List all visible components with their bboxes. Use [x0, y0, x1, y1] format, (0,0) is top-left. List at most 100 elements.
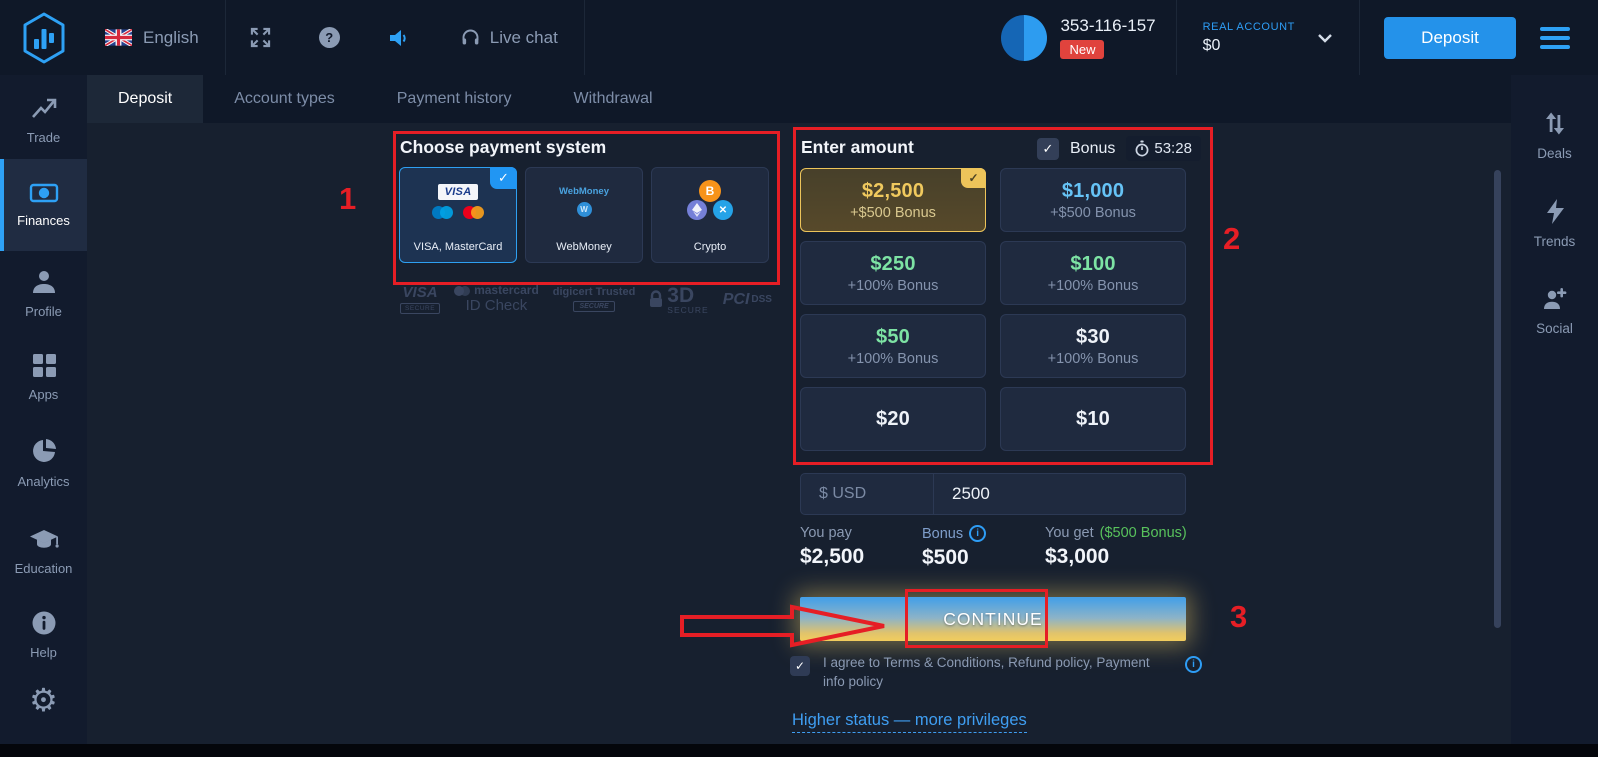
topbar-icon-group: ? Live chat: [226, 0, 584, 75]
sidebar-item-settings[interactable]: ⚙: [0, 675, 87, 733]
security-badges: VISA SECURE mastercard ID Check digicert…: [400, 284, 772, 315]
headset-icon: [460, 27, 481, 48]
info-circle-icon: [31, 610, 57, 636]
payment-method-webmoney[interactable]: WebMoney W WebMoney: [525, 167, 643, 263]
annotation-number-3: 3: [1230, 599, 1247, 635]
payment-method-crypto[interactable]: B ✕ Crypto: [651, 167, 769, 263]
help-button[interactable]: ?: [295, 27, 364, 48]
sidebar-item-label: Education: [15, 561, 73, 576]
digicert-badge: digicert Trusted SECURE: [553, 286, 636, 312]
amount-option-100[interactable]: $100+100% Bonus: [1000, 241, 1186, 305]
person-icon: [30, 268, 58, 295]
bottom-strip: [0, 744, 1598, 757]
account-type-selector[interactable]: REAL ACCOUNT $0: [1177, 0, 1359, 75]
burger-bar: [1540, 36, 1570, 40]
account-info[interactable]: 353-116-157 New: [981, 0, 1175, 75]
sidebar-item-trends[interactable]: Trends: [1511, 179, 1598, 267]
banknote-icon: [29, 182, 59, 204]
amount-option-1000[interactable]: $1,000+$500 Bonus: [1000, 168, 1186, 232]
you-get-label: You get: [1045, 525, 1094, 541]
sidebar-item-education[interactable]: Education: [0, 507, 87, 595]
sidebar-item-profile[interactable]: Profile: [0, 251, 87, 335]
payment-method-visa-mastercard[interactable]: ✓ VISA VISA, MasterCard: [399, 167, 517, 263]
padlock-icon: [649, 290, 663, 308]
amount-section-title: Enter amount: [801, 137, 914, 158]
account-id: 353-116-157: [1060, 16, 1155, 36]
avatar[interactable]: [1001, 15, 1047, 61]
bonus-label: Bonus: [922, 526, 963, 542]
sidebar-item-label: Finances: [17, 213, 70, 228]
app-logo[interactable]: [0, 0, 87, 75]
menu-button[interactable]: [1540, 27, 1570, 49]
crypto-coins-logo: B ✕: [684, 180, 736, 222]
main-content: Choose payment system ✓ VISA VISA, Mast: [87, 123, 1511, 757]
agree-text: I agree to Terms & Conditions, Refund po…: [823, 654, 1163, 692]
language-selector[interactable]: English: [87, 0, 225, 75]
sidebar-item-analytics[interactable]: Analytics: [0, 419, 87, 507]
tab-deposit[interactable]: Deposit: [87, 75, 203, 123]
trend-up-icon: [30, 95, 58, 121]
deposit-page: English ?: [0, 0, 1598, 757]
sidebar-item-deals[interactable]: Deals: [1511, 91, 1598, 179]
payment-method-label: Crypto: [694, 241, 726, 253]
sidebar-item-label: Social: [1536, 321, 1573, 336]
tab-withdrawal[interactable]: Withdrawal: [542, 75, 683, 123]
webmoney-globe-icon: W: [577, 202, 592, 217]
live-chat-button[interactable]: Live chat: [434, 27, 584, 48]
right-sidebar: Deals Trends Social: [1511, 75, 1598, 757]
graduation-cap-icon: [29, 527, 59, 552]
sidebar-item-finances[interactable]: Finances: [0, 159, 87, 251]
mastercard-idcheck-badge: mastercard ID Check: [454, 284, 539, 315]
tab-payment-history[interactable]: Payment history: [366, 75, 543, 123]
topbar-divider: [1359, 0, 1360, 75]
payment-methods: ✓ VISA VISA, MasterCard Web: [399, 167, 769, 263]
annotation-number-1: 1: [339, 181, 356, 217]
sidebar-item-trade[interactable]: Trade: [0, 81, 87, 159]
amount-option-10[interactable]: $10: [1000, 387, 1186, 451]
vertical-scrollbar[interactable]: [1494, 170, 1501, 628]
amount-option-2500[interactable]: ✓ $2,500+$500 Bonus: [800, 168, 986, 232]
sidebar-item-social[interactable]: Social: [1511, 267, 1598, 355]
amount-option-30[interactable]: $30+100% Bonus: [1000, 314, 1186, 378]
annotation-number-2: 2: [1223, 221, 1240, 257]
chevron-down-icon: [1317, 33, 1333, 43]
currency-selector[interactable]: $ USD: [801, 474, 934, 514]
visa-logo: VISA: [438, 184, 478, 200]
fullscreen-button[interactable]: [226, 27, 295, 48]
you-pay-label: You pay: [800, 525, 864, 541]
deposit-button[interactable]: Deposit: [1384, 17, 1516, 59]
bonus-checkbox[interactable]: ✓: [1037, 138, 1059, 160]
sidebar-item-apps[interactable]: Apps: [0, 335, 87, 419]
payment-method-label: WebMoney: [556, 241, 611, 253]
agree-info-icon[interactable]: i: [1185, 656, 1202, 673]
ethereum-icon: [687, 200, 707, 220]
tab-account-types[interactable]: Account types: [203, 75, 366, 123]
you-get-summary: You get ($500 Bonus) $3,000: [1045, 525, 1187, 569]
agree-checkbox[interactable]: ✓: [790, 656, 810, 676]
language-label: English: [143, 28, 199, 48]
sidebar-item-label: Help: [30, 645, 57, 660]
you-get-bonus-note: ($500 Bonus): [1100, 525, 1187, 541]
bonus-timer: 53:28: [1126, 136, 1201, 161]
speaker-icon: [388, 27, 410, 49]
sound-button[interactable]: [364, 27, 434, 49]
continue-button[interactable]: CONTINUE: [800, 597, 1186, 641]
uk-flag-icon: [105, 29, 132, 46]
sidebar-item-help[interactable]: Help: [0, 595, 87, 675]
account-balance: $0: [1203, 37, 1295, 55]
amount-options-grid: ✓ $2,500+$500 Bonus $1,000+$500 Bonus $2…: [800, 168, 1186, 451]
sidebar-item-label: Trade: [27, 130, 60, 145]
burger-bar: [1540, 27, 1570, 31]
amount-option-250[interactable]: $250+100% Bonus: [800, 241, 986, 305]
you-pay-value: $2,500: [800, 545, 864, 569]
amount-input[interactable]: [934, 474, 1185, 514]
amount-option-50[interactable]: $50+100% Bonus: [800, 314, 986, 378]
live-chat-label: Live chat: [490, 28, 558, 48]
bonus-checkbox-label: Bonus: [1070, 140, 1115, 158]
bonus-info-icon[interactable]: i: [969, 525, 986, 542]
ripple-icon: ✕: [713, 200, 733, 220]
higher-status-link[interactable]: Higher status — more privileges: [792, 711, 1027, 733]
bitcoin-icon: B: [699, 180, 721, 202]
amount-option-20[interactable]: $20: [800, 387, 986, 451]
lightning-icon: [1543, 198, 1567, 225]
